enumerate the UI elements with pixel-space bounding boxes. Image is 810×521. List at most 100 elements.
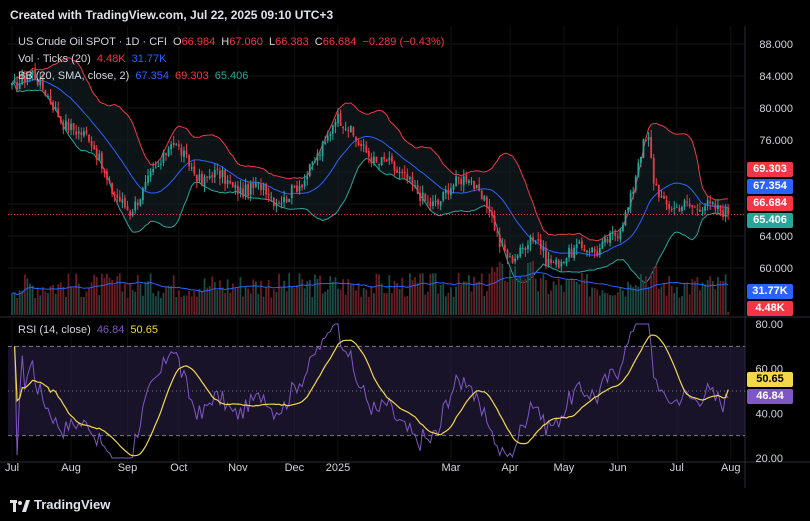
volume-bar	[175, 296, 178, 315]
candle-body	[357, 141, 360, 146]
candle-body	[296, 185, 298, 192]
volume-bars	[11, 260, 730, 315]
candle-body	[129, 211, 131, 216]
volume-bar	[570, 277, 573, 315]
volume-bar	[537, 291, 540, 315]
volume-bar	[683, 283, 686, 315]
candle-body	[483, 195, 486, 201]
volume-bar	[121, 291, 124, 315]
volume-bar	[213, 282, 216, 315]
volume-bar	[242, 296, 244, 315]
candle-body	[231, 181, 234, 187]
volume-bar	[26, 278, 29, 315]
volume-bar	[539, 278, 542, 315]
volume-bar	[177, 290, 180, 315]
volume-bar	[331, 281, 334, 315]
volume-bar	[562, 291, 565, 315]
candle-body	[645, 139, 647, 142]
volume-bar	[586, 273, 588, 315]
candle-body	[439, 201, 442, 206]
candle-body	[681, 207, 683, 212]
volume-bar	[714, 289, 717, 315]
volume-bar	[252, 279, 255, 315]
candle-body	[408, 177, 411, 179]
volume-bar	[709, 276, 712, 315]
volume-bar	[357, 283, 360, 315]
chart-canvas[interactable]: 60.00064.00068.00072.00076.00080.00084.0…	[0, 26, 810, 488]
candle-body	[308, 164, 311, 177]
candle-body	[316, 153, 319, 161]
volume-bar	[226, 279, 229, 315]
volume-bar	[59, 282, 62, 315]
candle-body	[244, 184, 247, 197]
volume-bar	[319, 275, 321, 315]
volume-bar	[118, 273, 121, 315]
volume-bar	[41, 286, 44, 315]
candle-body	[380, 157, 383, 166]
volume-bar	[82, 297, 85, 315]
volume-bar	[406, 295, 409, 315]
candle-body	[162, 151, 165, 163]
candle-body	[624, 211, 627, 226]
volume-bar	[419, 273, 422, 315]
volume-bar	[293, 287, 296, 315]
volume-bar	[465, 281, 468, 315]
volume-bar	[324, 291, 327, 315]
candle-body	[634, 176, 637, 191]
candle-body	[47, 96, 49, 98]
volume-bar	[216, 290, 219, 315]
volume-bar	[524, 278, 527, 315]
time-tick-label: Mar	[441, 462, 460, 474]
volume-bar	[470, 291, 473, 315]
bb-lower-value: 65.406	[214, 70, 249, 82]
volume-bar	[650, 273, 653, 315]
candle-body	[275, 202, 278, 207]
candle-body	[90, 141, 93, 147]
volume-bar	[699, 290, 701, 315]
volume-bar	[557, 278, 560, 315]
candle-body	[398, 172, 401, 174]
volume-bar	[103, 277, 106, 315]
candle-body	[570, 248, 573, 258]
volume-bar	[21, 290, 24, 315]
legend-open: 66.984	[181, 36, 216, 48]
candle-body	[70, 123, 72, 130]
volume-bar	[514, 266, 517, 315]
candle-body	[514, 258, 517, 262]
volume-bar	[439, 284, 442, 315]
volume-bar	[717, 276, 719, 315]
candle-body	[108, 180, 111, 183]
tradingview-logo[interactable]: TradingView	[10, 497, 110, 512]
candle-body	[339, 113, 342, 126]
legend-close: 66.684	[322, 36, 357, 48]
candle-body	[604, 237, 606, 243]
candle-body	[411, 177, 414, 185]
candle-body	[426, 201, 429, 203]
candle-body	[596, 251, 599, 257]
candle-body	[52, 102, 54, 111]
volume-bar	[639, 274, 642, 315]
volume-bar	[580, 272, 583, 315]
volume-bar	[111, 280, 114, 315]
volume-badge: 4.48K	[747, 301, 793, 316]
candle-body	[239, 187, 242, 194]
candle-body	[293, 186, 296, 188]
rsi-tick-label: 80.00	[755, 319, 783, 331]
volume-bar	[681, 296, 683, 315]
candle-body	[262, 184, 265, 190]
candle-body	[124, 197, 126, 208]
volume-bar	[95, 276, 98, 315]
volume-bar	[34, 297, 36, 315]
volume-bar	[521, 280, 524, 315]
candle-body	[385, 159, 388, 162]
volume-bar	[622, 290, 624, 315]
volume-bar	[106, 273, 108, 315]
candle-body	[722, 210, 724, 217]
volume-bar	[88, 288, 90, 315]
candle-body	[113, 194, 116, 196]
candle-body	[319, 154, 321, 156]
candle-body	[614, 232, 617, 236]
volume-bar	[65, 296, 67, 315]
volume-bar	[380, 283, 383, 315]
time-tick-label: Aug	[721, 462, 741, 474]
